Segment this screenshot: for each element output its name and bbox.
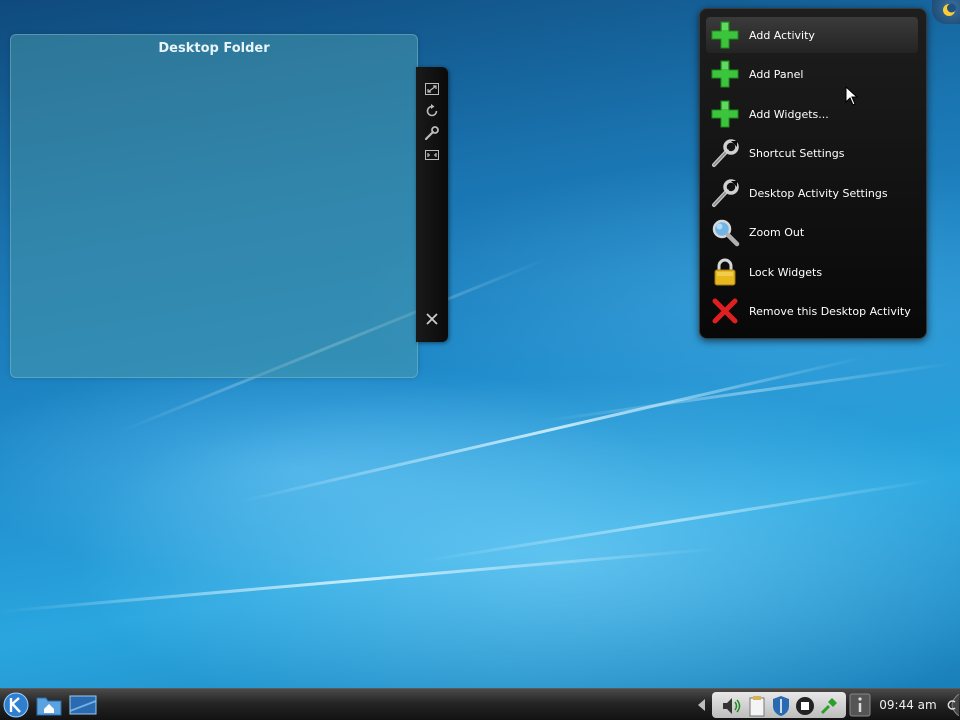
system-tray — [712, 692, 846, 718]
menu-item-add-widgets[interactable]: Add Widgets... — [706, 96, 918, 132]
widget-handle[interactable] — [416, 67, 448, 342]
menu-item-add-panel[interactable]: Add Panel — [706, 56, 918, 92]
menu-item-label: Add Activity — [749, 28, 815, 42]
stop-icon[interactable] — [794, 693, 816, 719]
red-x-icon — [709, 295, 741, 327]
home-folder-icon[interactable] — [34, 692, 64, 718]
green-plus-icon — [709, 19, 741, 51]
desktop-folder-widget[interactable]: Desktop Folder — [10, 34, 418, 378]
menu-item-label: Add Widgets... — [749, 107, 829, 121]
wrench-icon — [709, 137, 741, 169]
menu-item-label: Remove this Desktop Activity — [749, 304, 911, 318]
desktop-wallpaper[interactable]: Desktop Folder Add Activity Add Panel Ad… — [0, 0, 960, 688]
padlock-icon — [709, 256, 741, 288]
wallpaper-streak — [239, 356, 864, 503]
resize-icon[interactable] — [424, 81, 440, 97]
menu-item-add-activity[interactable]: Add Activity — [706, 17, 918, 53]
mouse-cursor-icon — [845, 85, 859, 106]
wrench-icon[interactable] — [424, 125, 440, 141]
panel-toolbox-cashew[interactable] — [942, 692, 960, 718]
green-plus-icon — [709, 58, 741, 90]
menu-item-label: Desktop Activity Settings — [749, 186, 888, 200]
tray-expand-arrow-icon[interactable] — [694, 692, 710, 718]
green-plus-icon — [709, 98, 741, 130]
shield-icon[interactable] — [770, 693, 792, 719]
menu-item-remove-desktop-activity[interactable]: Remove this Desktop Activity — [706, 293, 918, 329]
menu-item-shortcut-settings[interactable]: Shortcut Settings — [706, 135, 918, 171]
menu-item-desktop-activity-settings[interactable]: Desktop Activity Settings — [706, 175, 918, 211]
show-desktop-icon[interactable] — [68, 692, 98, 718]
rotate-icon[interactable] — [424, 103, 440, 119]
menu-item-label: Add Panel — [749, 67, 804, 81]
info-icon[interactable] — [848, 692, 872, 718]
close-icon[interactable] — [424, 311, 440, 327]
magnifier-icon — [709, 216, 741, 248]
menu-item-label: Lock Widgets — [749, 265, 823, 279]
menu-item-zoom-out[interactable]: Zoom Out — [706, 214, 918, 250]
clock[interactable]: 09:44 am — [876, 689, 940, 720]
clipboard-icon[interactable] — [746, 693, 768, 719]
speaker-icon[interactable] — [720, 693, 744, 719]
menu-item-lock-widgets[interactable]: Lock Widgets — [706, 254, 918, 290]
network-plug-icon[interactable] — [818, 693, 840, 719]
menu-item-label: Zoom Out — [749, 225, 805, 239]
wallpaper-streak — [539, 361, 957, 423]
wrench-icon — [709, 177, 741, 209]
desktop-folder-title: Desktop Folder — [158, 41, 270, 56]
taskbar-panel: 09:44 am — [0, 688, 960, 720]
desktop-context-menu: Add Activity Add Panel Add Widgets... Sh… — [699, 8, 927, 339]
menu-item-label: Shortcut Settings — [749, 146, 845, 160]
desktop-toolbox-cashew[interactable] — [932, 0, 960, 24]
maximize-icon[interactable] — [424, 147, 440, 163]
wallpaper-streak — [0, 547, 718, 613]
kickoff-menu-icon[interactable] — [2, 692, 30, 718]
